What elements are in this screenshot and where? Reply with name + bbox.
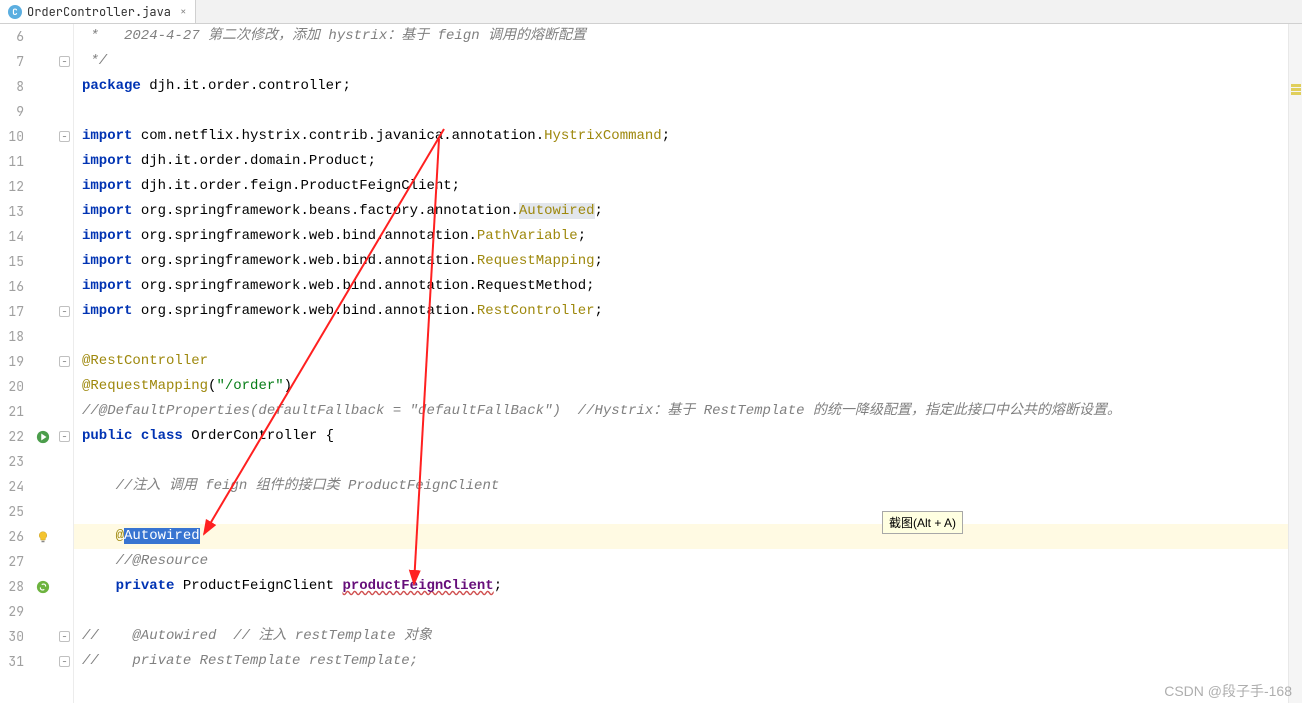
line-number: 13	[0, 199, 24, 224]
line-number: 15	[0, 249, 24, 274]
code-line[interactable]: import org.springframework.web.bind.anno…	[74, 274, 1302, 299]
code-line[interactable]: @RequestMapping("/order")	[74, 374, 1302, 399]
code-line[interactable]	[74, 324, 1302, 349]
line-number: 26	[0, 524, 24, 549]
code-line[interactable]: @RestController	[74, 349, 1302, 374]
line-number: 10	[0, 124, 24, 149]
code-line[interactable]: // private RestTemplate restTemplate;	[74, 649, 1302, 674]
line-number: 19	[0, 349, 24, 374]
fold-toggle	[56, 174, 73, 199]
line-number: 11	[0, 149, 24, 174]
tab-bar: C OrderController.java ×	[0, 0, 1302, 24]
line-number: 31	[0, 649, 24, 674]
line-number: 27	[0, 549, 24, 574]
fold-toggle[interactable]: −	[56, 349, 73, 374]
lightbulb-icon[interactable]	[30, 524, 56, 549]
fold-toggle[interactable]: −	[56, 424, 73, 449]
code-line[interactable]: @Autowired	[74, 524, 1302, 549]
fold-toggle	[56, 74, 73, 99]
fold-toggle	[56, 24, 73, 49]
line-number: 6	[0, 24, 24, 49]
code-line[interactable]: //@Resource	[74, 549, 1302, 574]
line-number: 16	[0, 274, 24, 299]
line-number: 22	[0, 424, 24, 449]
java-class-icon: C	[8, 5, 22, 19]
fold-toggle	[56, 224, 73, 249]
code-line[interactable]: import org.springframework.beans.factory…	[74, 199, 1302, 224]
line-number: 12	[0, 174, 24, 199]
code-content[interactable]: 截图(Alt + A) * 2024-4-27 第二次修改，添加 hystrix…	[74, 24, 1302, 703]
line-number: 21	[0, 399, 24, 424]
line-number: 25	[0, 499, 24, 524]
code-line[interactable]: private ProductFeignClient productFeignC…	[74, 574, 1302, 599]
fold-toggle	[56, 449, 73, 474]
fold-toggle	[56, 524, 73, 549]
fold-column: −−−−−−−	[56, 24, 74, 703]
fold-toggle[interactable]: −	[56, 299, 73, 324]
code-line[interactable]: */	[74, 49, 1302, 74]
fold-toggle[interactable]: −	[56, 624, 73, 649]
code-line[interactable]	[74, 449, 1302, 474]
code-line[interactable]: public class OrderController {	[74, 424, 1302, 449]
fold-toggle[interactable]: −	[56, 49, 73, 74]
code-line[interactable]: import com.netflix.hystrix.contrib.javan…	[74, 124, 1302, 149]
code-line[interactable]: //@DefaultProperties(defaultFallback = "…	[74, 399, 1302, 424]
code-line[interactable]: import org.springframework.web.bind.anno…	[74, 299, 1302, 324]
fold-toggle	[56, 149, 73, 174]
fold-toggle[interactable]: −	[56, 649, 73, 674]
code-line[interactable]: import org.springframework.web.bind.anno…	[74, 249, 1302, 274]
file-tab[interactable]: C OrderController.java ×	[0, 0, 196, 23]
line-number: 9	[0, 99, 24, 124]
spring-bean-icon	[30, 574, 56, 599]
line-number-gutter: 6789101112131415161718192021222324252627…	[0, 24, 30, 703]
fold-toggle[interactable]: −	[56, 124, 73, 149]
code-line[interactable]: * 2024-4-27 第二次修改，添加 hystrix：基于 feign 调用…	[74, 24, 1302, 49]
code-line[interactable]: //注入 调用 feign 组件的接口类 ProductFeignClient	[74, 474, 1302, 499]
line-number: 29	[0, 599, 24, 624]
line-number: 14	[0, 224, 24, 249]
code-line[interactable]: import djh.it.order.domain.Product;	[74, 149, 1302, 174]
line-number: 17	[0, 299, 24, 324]
fold-toggle	[56, 474, 73, 499]
line-number: 18	[0, 324, 24, 349]
code-line[interactable]: package djh.it.order.controller;	[74, 74, 1302, 99]
editor-area[interactable]: 6789101112131415161718192021222324252627…	[0, 24, 1302, 703]
line-number: 23	[0, 449, 24, 474]
code-line[interactable]	[74, 99, 1302, 124]
fold-toggle	[56, 574, 73, 599]
tab-title: OrderController.java	[27, 4, 171, 20]
fold-toggle	[56, 374, 73, 399]
code-line[interactable]: // @Autowired // 注入 restTemplate 对象	[74, 624, 1302, 649]
fold-toggle	[56, 399, 73, 424]
code-line[interactable]	[74, 599, 1302, 624]
watermark-text: CSDN @段子手-168	[1164, 681, 1292, 701]
screenshot-tooltip: 截图(Alt + A)	[882, 511, 963, 534]
fold-toggle	[56, 199, 73, 224]
code-line[interactable]: import djh.it.order.feign.ProductFeignCl…	[74, 174, 1302, 199]
line-number: 28	[0, 574, 24, 599]
code-line[interactable]	[74, 499, 1302, 524]
vertical-scrollbar[interactable]	[1288, 24, 1302, 703]
scrollbar-warning-mark	[1291, 84, 1301, 87]
fold-toggle	[56, 274, 73, 299]
fold-toggle	[56, 324, 73, 349]
fold-toggle	[56, 599, 73, 624]
scrollbar-warning-mark	[1291, 88, 1301, 91]
line-number: 24	[0, 474, 24, 499]
code-line[interactable]: import org.springframework.web.bind.anno…	[74, 224, 1302, 249]
fold-toggle	[56, 549, 73, 574]
scrollbar-warning-mark	[1291, 92, 1301, 95]
fold-toggle	[56, 499, 73, 524]
fold-toggle	[56, 249, 73, 274]
line-number: 30	[0, 624, 24, 649]
line-number: 7	[0, 49, 24, 74]
line-number: 8	[0, 74, 24, 99]
line-number: 20	[0, 374, 24, 399]
close-icon[interactable]: ×	[180, 5, 187, 19]
gutter-icon-column	[30, 24, 56, 703]
run-icon	[30, 424, 56, 449]
fold-toggle	[56, 99, 73, 124]
